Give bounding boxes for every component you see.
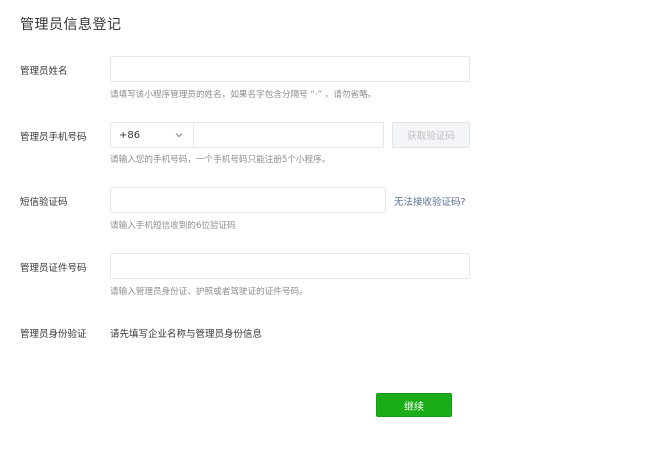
sms-hint: 请输入手机短信收到的6位验证码 xyxy=(110,221,236,231)
name-hint: 请填写该小程序管理员的姓名，如果名字包含分隔号 “·” ，请勿省略。 xyxy=(110,90,377,100)
get-code-button[interactable]: 获取验证码 xyxy=(392,122,470,148)
chevron-down-icon xyxy=(175,133,183,138)
page-title: 管理员信息登记 xyxy=(20,17,122,33)
phone-hint: 请输入您的手机号码，一个手机号码只能注册5个小程序。 xyxy=(110,155,331,165)
sms-code-input[interactable] xyxy=(110,187,386,213)
country-code-value: +86 xyxy=(119,129,141,141)
name-input[interactable] xyxy=(110,56,470,82)
phone-input[interactable] xyxy=(193,122,384,148)
country-code-select[interactable]: +86 xyxy=(110,122,194,148)
identity-text: 请先填写企业名称与管理员身份信息 xyxy=(110,329,263,340)
phone-label: 管理员手机号码 xyxy=(20,132,87,143)
sms-label: 短信验证码 xyxy=(20,197,68,208)
continue-button[interactable]: 继续 xyxy=(376,393,452,417)
id-number-input[interactable] xyxy=(110,253,470,279)
id-number-hint: 请输入管理员身份证、护照或者驾驶证的证件号码。 xyxy=(110,287,308,297)
name-label: 管理员姓名 xyxy=(20,66,68,77)
id-number-label: 管理员证件号码 xyxy=(20,263,87,274)
cannot-receive-code-link[interactable]: 无法接收验证码? xyxy=(394,194,466,208)
identity-label: 管理员身份验证 xyxy=(20,329,87,340)
